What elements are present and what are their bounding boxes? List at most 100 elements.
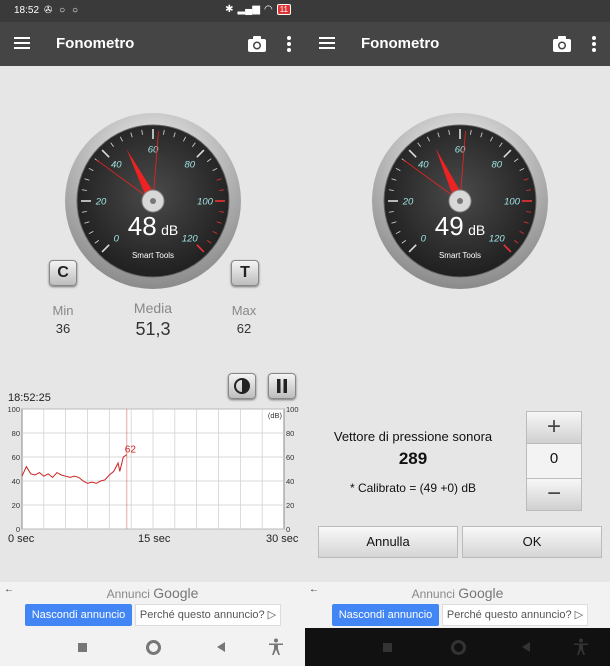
gauge-scale-label: 40	[111, 160, 122, 171]
gauge-scale-label: 100	[504, 197, 521, 208]
app-title: Fonometro	[361, 35, 440, 52]
sound-level-gauge: 0 20 40 60 80 100 120 49 dB Smart Tools	[370, 111, 550, 291]
decrement-button[interactable]: −	[527, 478, 581, 510]
back-icon[interactable]	[522, 642, 530, 652]
brightness-button[interactable]	[228, 373, 256, 399]
gauge-unit: dB	[161, 222, 179, 238]
calibration-offset: 0	[549, 450, 559, 467]
chart-y-tick-right: 0	[286, 525, 290, 533]
chart-y-tick-right: 80	[286, 429, 294, 438]
chart-y-tick-right: 20	[286, 501, 294, 510]
hide-ad-button[interactable]: Nascondi annuncio	[332, 604, 439, 626]
ad-title: Annunci Google	[106, 585, 199, 601]
recents-icon[interactable]	[78, 643, 87, 652]
pause-icon	[277, 379, 287, 393]
x-label-end: 30 sec	[266, 533, 299, 545]
decibel-history-chart: 0 020 2040 4060 6080 80100 100(dB)62	[7, 405, 299, 533]
gauge-scale-label: 100	[197, 197, 214, 208]
ad-banner-right: ← Annunci Google Nascondi annuncio Perch…	[305, 582, 610, 628]
navigation-bar-right	[305, 628, 610, 666]
pause-button[interactable]	[268, 373, 296, 399]
calibration-formula: * Calibrato = (49 +0) dB	[349, 481, 477, 495]
why-this-ad-button[interactable]: Perché questo annuncio? ▷	[135, 604, 281, 626]
google-logo: Google	[153, 585, 199, 601]
average-value: 51,3	[135, 319, 171, 339]
status-time: 18:52	[14, 5, 40, 16]
app-bar-right: Fonometro	[305, 22, 610, 66]
chart-y-unit: (dB)	[268, 411, 283, 420]
chart-y-tick-left: 20	[12, 501, 20, 510]
max-value: 62	[236, 321, 252, 336]
more-options-icon[interactable]	[287, 36, 291, 52]
chart-y-tick-left: 40	[12, 477, 20, 486]
gauge-brand: Smart Tools	[438, 251, 482, 260]
why-this-ad-button[interactable]: Perché questo annuncio? ▷	[442, 604, 588, 626]
chart-y-tick-right: 60	[286, 453, 294, 462]
increment-button[interactable]: +	[527, 412, 581, 444]
chart-y-tick-left: 60	[12, 453, 20, 462]
signal-icon: ▂▄▆	[237, 4, 260, 15]
chart-y-tick-left: 0	[16, 525, 20, 533]
tone-icon: T	[240, 264, 250, 281]
sound-pressure-value: 289	[398, 449, 428, 468]
left-screen: 18:52 ✇ ○ ○ ✱ ▂▄▆ ◠ 11 Fonometro 0 20 40 60…	[0, 0, 305, 666]
bluetooth-icon: ✱	[225, 4, 234, 15]
right-screen: Fonometro 0 20 40 60 80 100 120 49 dB Smart To…	[305, 0, 610, 666]
ok-button[interactable]: OK	[462, 526, 602, 558]
back-icon[interactable]	[217, 642, 225, 652]
x-label-start: 0 sec	[8, 533, 35, 545]
chart-y-tick-right: 40	[286, 477, 294, 486]
camera-icon[interactable]	[247, 35, 267, 53]
menu-icon[interactable]	[14, 37, 30, 49]
accessibility-icon[interactable]	[573, 638, 589, 656]
app-title: Fonometro	[56, 35, 135, 52]
battery-icon: 11	[276, 4, 291, 15]
needle-hub-center	[150, 198, 156, 204]
menu-icon[interactable]	[319, 37, 335, 49]
max-stat: Max 62	[209, 303, 279, 336]
system-icons: ✱ ▂▄▆ ◠ 11	[225, 4, 291, 15]
status-bar-right	[305, 0, 610, 22]
chart-y-tick-right: 100	[286, 405, 299, 414]
chart-y-tick-left: 100	[7, 405, 20, 414]
status-bar: 18:52 ✇ ○ ○ ✱ ▂▄▆ ◠ 11	[0, 0, 305, 22]
app-bar: Fonometro	[0, 22, 305, 66]
gauge-scale-label: 20	[95, 197, 107, 208]
reset-button[interactable]: C	[49, 260, 77, 286]
accessibility-icon[interactable]	[268, 638, 284, 656]
refresh-icon: C	[57, 264, 69, 281]
gauge-scale-label: 40	[418, 160, 429, 171]
google-logo: Google	[458, 585, 504, 601]
gauge-scale-label: 20	[402, 197, 414, 208]
chart-start-time: 18:52:25	[8, 392, 51, 404]
recents-icon[interactable]	[383, 643, 392, 652]
average-stat: Media 51,3	[118, 300, 188, 340]
calibration-stepper: + 0 −	[526, 411, 582, 511]
sound-level-gauge: 0 20 40 60 80 100 120 48 dB Smart Tools	[63, 111, 243, 291]
peak-label: 62	[125, 445, 137, 456]
chart-y-tick-left: 80	[12, 429, 20, 438]
max-label: Max	[231, 303, 257, 318]
needle-hub-center	[457, 198, 463, 204]
home-icon[interactable]	[451, 640, 466, 655]
gauge-brand: Smart Tools	[131, 251, 175, 260]
gauge-scale-label: 80	[491, 160, 502, 171]
gauge-value: 48	[127, 211, 157, 241]
min-stat: Min 36	[28, 303, 98, 336]
calibration-title: Vettore di pressione sonora	[333, 429, 493, 444]
average-label: Media	[133, 300, 173, 316]
ad-banner: ← Annunci Google Nascondi annuncio Perch…	[0, 582, 305, 628]
home-icon[interactable]	[146, 640, 161, 655]
x-label-middle: 15 sec	[138, 533, 171, 545]
tone-button[interactable]: T	[231, 260, 259, 286]
min-label: Min	[52, 303, 74, 318]
navigation-bar	[0, 628, 305, 666]
camera-icon[interactable]	[552, 35, 572, 53]
brightness-icon	[234, 378, 250, 394]
more-options-icon[interactable]	[592, 36, 596, 52]
wifi-icon: ◠	[263, 4, 273, 15]
gauge-value: 49	[434, 211, 464, 241]
cancel-button[interactable]: Annulla	[318, 526, 458, 558]
hide-ad-button[interactable]: Nascondi annuncio	[25, 604, 132, 626]
gauge-scale-label: 80	[184, 160, 195, 171]
